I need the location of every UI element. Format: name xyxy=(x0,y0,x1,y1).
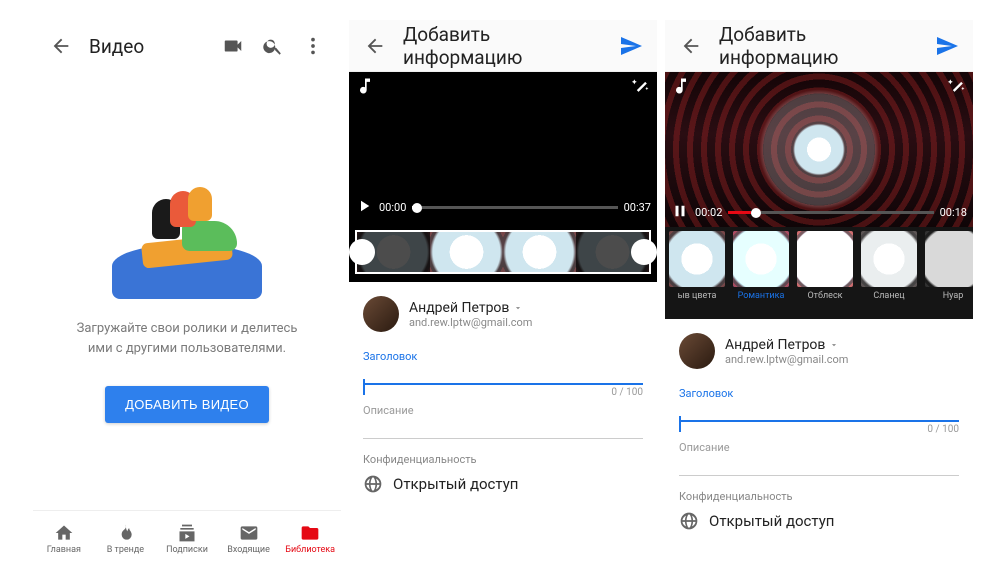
filter-item[interactable]: Романтика xyxy=(729,227,793,319)
filter-label: Нуар xyxy=(943,291,964,301)
empty-state: Загружайте свои ролики и делитесь ими с … xyxy=(33,72,341,510)
avatar xyxy=(679,333,715,369)
filter-item[interactable]: ыв цвета xyxy=(665,227,729,319)
time-current: 00:00 xyxy=(379,201,406,214)
magic-wand-icon[interactable] xyxy=(631,76,651,108)
progress-bar[interactable]: 00:02 00:18 xyxy=(665,202,973,223)
filters-row[interactable]: ыв цвета Романтика Отблеск Сланец Нуар xyxy=(665,227,973,319)
filter-label: ыв цвета xyxy=(678,291,717,301)
screen-library: Видео Загружайте свои ролики и делитесь … xyxy=(33,20,343,566)
music-icon[interactable] xyxy=(671,76,691,108)
search-icon[interactable] xyxy=(253,26,293,66)
filter-item[interactable]: Нуар xyxy=(921,227,973,319)
nav-subscriptions[interactable]: Подписки xyxy=(156,511,218,566)
nav-label: Библиотека xyxy=(285,545,335,555)
nav-label: Главная xyxy=(47,545,81,555)
field-label: Заголовок xyxy=(363,350,643,363)
privacy-row[interactable]: Открытый доступ xyxy=(363,466,643,502)
privacy-value: Открытый доступ xyxy=(709,512,834,530)
char-counter: 0 / 100 xyxy=(679,424,959,435)
privacy-section-label: Конфиденциальность xyxy=(363,453,643,466)
back-icon[interactable] xyxy=(671,26,711,66)
nav-label: Подписки xyxy=(166,545,208,555)
empty-message: Загружайте свои ролики и делитесь ими с … xyxy=(63,319,311,358)
title-field[interactable]: Заголовок 0 / 100 xyxy=(679,387,959,435)
upload-form: Андрей Петров and.rew.lptw@gmail.com Заг… xyxy=(349,282,657,566)
globe-icon xyxy=(363,474,383,494)
privacy-section-label: Конфиденциальность xyxy=(679,490,959,503)
avatar xyxy=(363,296,399,332)
user-name: Андрей Петров xyxy=(725,337,848,353)
camera-icon[interactable] xyxy=(213,26,253,66)
user-email: and.rew.lptw@gmail.com xyxy=(409,316,532,329)
page-title: Видео xyxy=(81,35,213,58)
back-icon[interactable] xyxy=(41,26,81,66)
trim-handle-right[interactable] xyxy=(631,239,657,265)
field-label: Описание xyxy=(363,404,643,417)
page-title: Добавить информацию xyxy=(711,23,927,69)
char-counter: 0 / 100 xyxy=(363,387,643,398)
pause-icon[interactable] xyxy=(671,202,689,223)
filter-label: Отблеск xyxy=(807,291,842,301)
account-row[interactable]: Андрей Петров and.rew.lptw@gmail.com xyxy=(679,329,959,381)
send-icon[interactable] xyxy=(611,26,651,66)
overflow-icon[interactable] xyxy=(293,26,333,66)
time-current: 00:02 xyxy=(695,206,722,219)
music-icon[interactable] xyxy=(355,76,375,108)
video-preview[interactable]: 00:02 00:18 xyxy=(665,72,973,227)
nav-home[interactable]: Главная xyxy=(33,511,95,566)
screen-add-info-filters: Добавить информацию 00:02 00:18 ыв цвета… xyxy=(665,20,975,566)
back-icon[interactable] xyxy=(355,26,395,66)
time-total: 00:37 xyxy=(624,201,651,214)
nav-inbox[interactable]: Входящие xyxy=(218,511,280,566)
topbar: Видео xyxy=(33,20,341,72)
filter-label: Романтика xyxy=(738,291,785,301)
globe-icon xyxy=(679,511,699,531)
progress-bar[interactable]: 00:00 00:37 xyxy=(349,197,657,218)
field-label: Описание xyxy=(679,441,959,454)
account-row[interactable]: Андрей Петров and.rew.lptw@gmail.com xyxy=(363,292,643,344)
filter-label: Сланец xyxy=(873,291,904,301)
upload-form: Андрей Петров and.rew.lptw@gmail.com Заг… xyxy=(665,319,973,566)
privacy-value: Открытый доступ xyxy=(393,475,518,493)
user-email: and.rew.lptw@gmail.com xyxy=(725,353,848,366)
nav-trending[interactable]: В тренде xyxy=(95,511,157,566)
nav-library[interactable]: Библиотека xyxy=(279,511,341,566)
user-name: Андрей Петров xyxy=(409,300,532,316)
bottom-nav: Главная В тренде Подписки Входящие Библи… xyxy=(33,510,341,566)
trim-filmstrip[interactable] xyxy=(349,222,657,282)
topbar: Добавить информацию xyxy=(349,20,657,72)
privacy-row[interactable]: Открытый доступ xyxy=(679,503,959,539)
title-field[interactable]: Заголовок 0 / 100 xyxy=(363,350,643,398)
filter-item[interactable]: Отблеск xyxy=(793,227,857,319)
page-title: Добавить информацию xyxy=(395,23,611,69)
play-icon[interactable] xyxy=(355,197,373,218)
nav-label: В тренде xyxy=(107,545,144,555)
time-total: 00:18 xyxy=(940,206,967,219)
magic-wand-icon[interactable] xyxy=(947,76,967,108)
add-video-button[interactable]: ДОБАВИТЬ ВИДЕО xyxy=(105,386,269,423)
screen-add-info-trim: Добавить информацию 00:00 00:37 xyxy=(349,20,659,566)
description-field[interactable]: Описание xyxy=(363,404,643,439)
filter-item[interactable]: Сланец xyxy=(857,227,921,319)
trim-handle-left[interactable] xyxy=(349,239,375,265)
send-icon[interactable] xyxy=(927,26,967,66)
illustration xyxy=(102,159,272,299)
video-preview[interactable]: 00:00 00:37 xyxy=(349,72,657,222)
nav-label: Входящие xyxy=(227,545,270,555)
topbar: Добавить информацию xyxy=(665,20,973,72)
description-field[interactable]: Описание xyxy=(679,441,959,476)
field-label: Заголовок xyxy=(679,387,959,400)
